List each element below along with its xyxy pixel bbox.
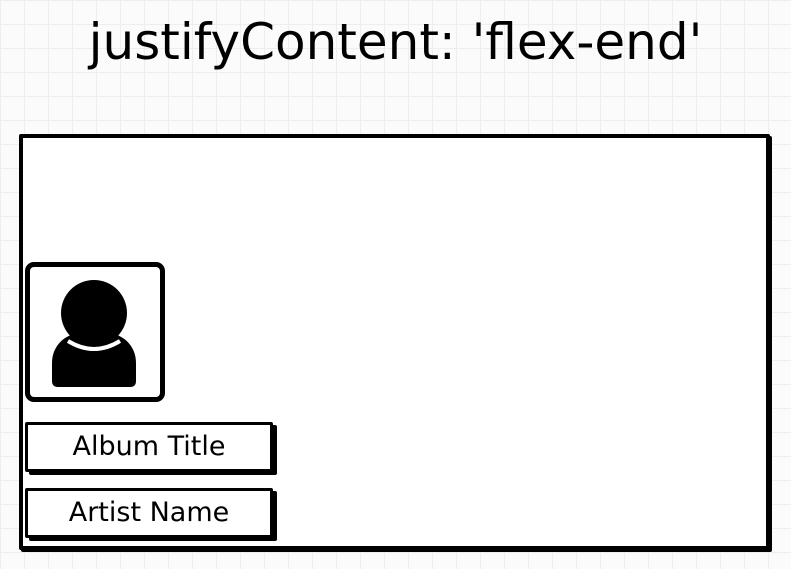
album-thumbnail — [25, 262, 165, 402]
diagram-title: justifyContent: 'flex-end' — [88, 13, 703, 71]
artist-name-box: Artist Name — [25, 488, 273, 538]
user-silhouette-icon — [52, 280, 136, 387]
album-title-label: Album Title — [72, 431, 226, 462]
album-title-box: Album Title — [25, 422, 273, 472]
artist-name-label: Artist Name — [68, 497, 230, 528]
flex-container: Album Title Artist Name — [19, 134, 770, 550]
